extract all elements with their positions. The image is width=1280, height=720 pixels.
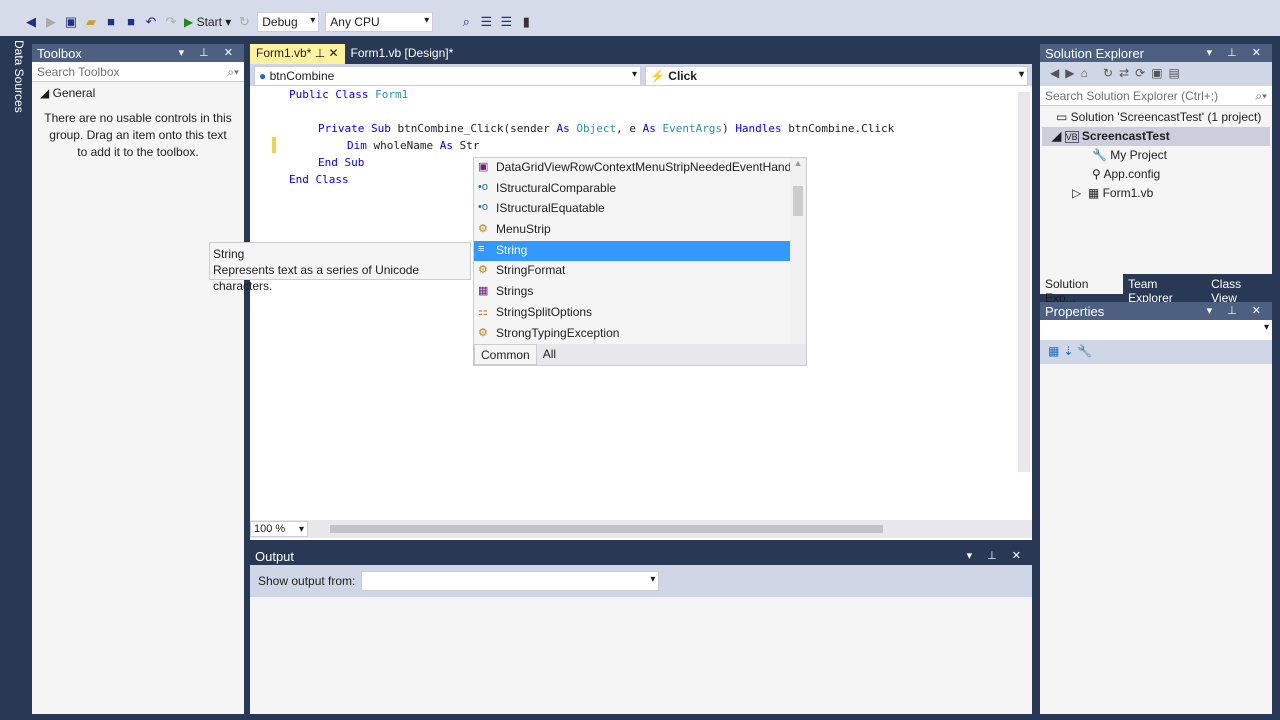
alphabetical-icon[interactable]: ⇣ xyxy=(1063,344,1077,358)
bookmark-icon[interactable]: ▮ xyxy=(519,15,533,29)
tab-solution-explorer[interactable]: Solution Exp... xyxy=(1040,274,1124,305)
property-pages-icon[interactable]: 🔧 xyxy=(1077,344,1096,358)
completion-item[interactable]: •o IStructuralEquatable xyxy=(474,199,790,220)
comment-icon[interactable]: ☰ xyxy=(499,15,513,29)
tree-item-my-project[interactable]: 🔧 My Project xyxy=(1042,146,1270,165)
output-panel: Output ▾ ⊥ ✕ Show output from: xyxy=(250,547,1032,714)
completion-tab-common[interactable]: Common xyxy=(474,344,537,365)
object-select[interactable]: ● btnCombine xyxy=(254,66,641,86)
scrollbar-thumb[interactable] xyxy=(330,525,883,533)
toolbox-header: Toolbox ▾ ⊥ ✕ xyxy=(32,44,244,62)
home-icon[interactable]: ◀▶⌂ ↻⇄⟳▣▤ xyxy=(1050,66,1186,80)
toolbox-search-input[interactable]: Search Toolbox ⌕▾ xyxy=(32,62,244,82)
save-all-icon[interactable]: ■ xyxy=(124,15,138,29)
undo-icon[interactable]: ↶ xyxy=(144,15,158,29)
search-icon: ⌕▾ xyxy=(227,65,239,79)
zoom-select[interactable]: 100 % xyxy=(250,521,308,537)
properties-object-select[interactable] xyxy=(1040,320,1272,340)
panel-controls-icon[interactable]: ▾ ⊥ ✕ xyxy=(967,549,1027,563)
tree-item-app-config[interactable]: ⚲ App.config xyxy=(1042,165,1270,184)
panel-controls-icon[interactable]: ▾ ⊥ ✕ xyxy=(1207,304,1267,318)
change-marker xyxy=(272,137,276,153)
completion-item[interactable]: ⚙ StringFormat xyxy=(474,261,790,282)
panel-controls-icon[interactable]: ▾ ⊥ ✕ xyxy=(179,46,239,60)
toolbox-empty-text: There are no usable controls in this gro… xyxy=(44,111,232,159)
menu-bar xyxy=(0,0,1280,8)
tab-class-view[interactable]: Class View xyxy=(1206,274,1272,305)
code-line-current: Dim wholeName As Str xyxy=(347,139,480,152)
back-icon[interactable]: ◀ xyxy=(24,15,38,29)
code-line-end-class: End Class xyxy=(289,173,349,186)
categorized-icon[interactable]: ▦ xyxy=(1048,344,1063,358)
solution-search-input[interactable]: Search Solution Explorer (Ctrl+;) ⌕▾ xyxy=(1040,86,1272,106)
completion-item[interactable]: •o IStructuralComparable xyxy=(474,179,790,200)
search-icon: ⌕▾ xyxy=(1255,89,1267,103)
completion-scrollbar[interactable]: ▲ xyxy=(790,158,806,344)
open-icon[interactable]: ▰ xyxy=(84,15,98,29)
completion-item[interactable]: ▦ Strings xyxy=(474,282,790,303)
completion-tab-all[interactable]: All xyxy=(537,344,562,365)
quickinfo-tooltip: String Represents text as a series of Un… xyxy=(209,242,471,293)
solution-toolbar: ◀▶⌂ ↻⇄⟳▣▤ xyxy=(1040,62,1272,86)
completion-item[interactable]: ⚏ StringSplitOptions xyxy=(474,303,790,324)
code-line-class-declaration: Public Class Form1 xyxy=(289,88,409,101)
event-select[interactable]: ⚡ Click xyxy=(645,66,1028,86)
vertical-scrollbar[interactable] xyxy=(1018,92,1030,472)
code-line-end-sub: End Sub xyxy=(318,156,365,169)
completion-item-selected[interactable]: ≡ String xyxy=(474,240,790,262)
solution-explorer: Solution Explorer ▾ ⊥ ✕ ◀▶⌂ ↻⇄⟳▣▤ Search … xyxy=(1040,44,1272,305)
properties-toolbar: ▦⇣🔧 xyxy=(1040,340,1272,364)
properties-panel: Properties▾ ⊥ ✕ ▦⇣🔧 xyxy=(1040,302,1272,714)
intellisense-list: ▣ DataGridViewRowContextMenuStripNeededEv… xyxy=(473,157,807,366)
horizontal-scrollbar[interactable]: 100 % xyxy=(250,520,1032,538)
code-line-sub-declaration: Private Sub btnCombine_Click(sender As O… xyxy=(318,122,895,135)
data-sources-tab[interactable]: Data Sources xyxy=(8,40,26,120)
tree-item-form1[interactable]: ▷ ▦ Form1.vb xyxy=(1042,184,1270,203)
new-project-icon[interactable]: ▣ xyxy=(64,15,78,29)
start-button[interactable]: ▶ Start ▾ xyxy=(184,15,231,29)
refresh-icon[interactable]: ↻ xyxy=(237,15,251,29)
completion-item[interactable]: ⚙ MenuStrip xyxy=(474,220,790,241)
redo-icon[interactable]: ↷ xyxy=(164,15,178,29)
panel-controls-icon[interactable]: ▾ ⊥ ✕ xyxy=(1207,46,1267,60)
forward-icon[interactable]: ▶ xyxy=(44,15,58,29)
tree-item-project[interactable]: ◢ VB ScreencastTest xyxy=(1042,127,1270,146)
tab-form1-vb[interactable]: Form1.vb* ⊥ ✕ xyxy=(250,44,345,64)
play-icon: ▶ xyxy=(184,15,197,29)
config-select[interactable]: Debug xyxy=(257,12,320,32)
toolbar: ◀ ▶ ▣ ▰ ■ ■ ↶ ↷ ▶ Start ▾ ↻ Debug Any CP… xyxy=(0,8,1280,36)
toolbox-panel: Toolbox ▾ ⊥ ✕ Search Toolbox ⌕▾ ◢ General … xyxy=(32,44,244,714)
toolbox-group-general[interactable]: ◢ General xyxy=(32,82,244,104)
tab-team-explorer[interactable]: Team Explorer xyxy=(1123,274,1206,305)
find-icon[interactable]: ⌕ xyxy=(459,15,473,29)
output-source-select[interactable] xyxy=(361,571,660,591)
indent-icon[interactable]: ☰ xyxy=(479,15,493,29)
completion-item[interactable]: ⚙ StrongTypingException xyxy=(474,324,790,345)
save-icon[interactable]: ■ xyxy=(104,15,118,29)
completion-item[interactable]: ▣ DataGridViewRowContextMenuStripNeededEv… xyxy=(474,158,790,179)
tab-form1-design[interactable]: Form1.vb [Design]* xyxy=(345,44,460,64)
tree-item-solution[interactable]: ▭ Solution 'ScreencastTest' (1 project) xyxy=(1042,108,1270,127)
platform-select[interactable]: Any CPU xyxy=(325,12,434,32)
